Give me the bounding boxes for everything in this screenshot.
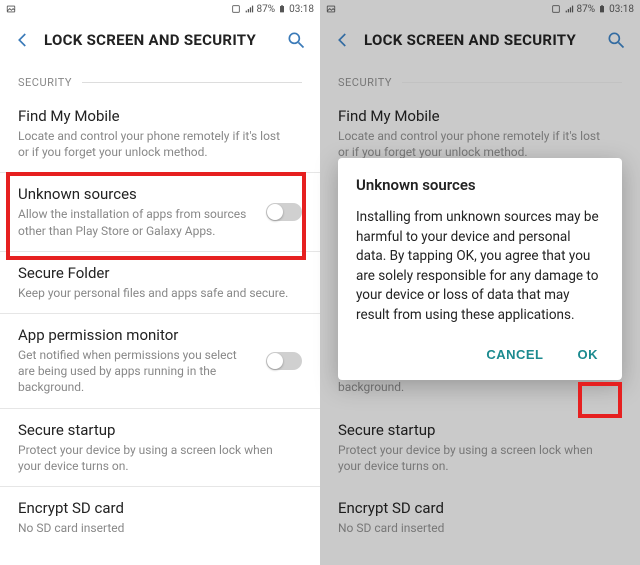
image-icon — [326, 4, 336, 14]
section-header: SECURITY — [0, 62, 320, 95]
phone-screen-right: 87% 03:18 LOCK SCREEN AND SECURITY SECUR… — [320, 0, 640, 565]
dialog-actions: CANCEL OK — [356, 339, 604, 370]
nfc-icon — [231, 4, 241, 14]
status-bar: 87% 03:18 — [320, 0, 640, 18]
dialog-body: Installing from unknown sources may be h… — [356, 208, 604, 325]
row-secure-startup[interactable]: Secure startup Protect your device by us… — [0, 409, 320, 487]
unknown-sources-dialog: Unknown sources Installing from unknown … — [338, 158, 622, 380]
back-icon[interactable] — [14, 31, 32, 49]
search-icon[interactable] — [286, 30, 306, 50]
row-title: Encrypt SD card — [18, 499, 292, 517]
nfc-icon — [551, 4, 561, 14]
row-find-my-mobile[interactable]: Find My Mobile Locate and control your p… — [0, 95, 320, 173]
row-subtitle: Protect your device by using a screen lo… — [18, 442, 292, 474]
row-title: Secure Folder — [18, 264, 292, 282]
row-subtitle: Allow the installation of apps from sour… — [18, 206, 256, 238]
status-bar: 87% 03:18 — [0, 0, 320, 18]
row-title: Unknown sources — [18, 185, 256, 203]
phone-screen-left: 87% 03:18 LOCK SCREEN AND SECURITY SECUR… — [0, 0, 320, 565]
row-title: Find My Mobile — [338, 107, 612, 125]
settings-list: Find My Mobile Locate and control your p… — [0, 95, 320, 548]
section-label-text: SECURITY — [338, 76, 392, 89]
section-label-text: SECURITY — [18, 76, 72, 89]
row-subtitle: No SD card inserted — [338, 520, 612, 536]
row-subtitle: Locate and control your phone remotely i… — [338, 128, 612, 160]
battery-icon — [598, 3, 606, 15]
cancel-button[interactable]: CANCEL — [480, 339, 549, 370]
row-subtitle: Locate and control your phone remotely i… — [18, 128, 292, 160]
clock-time: 03:18 — [609, 4, 634, 15]
row-title: App permission monitor — [18, 326, 256, 344]
row-subtitle: Keep your personal files and apps safe a… — [18, 285, 292, 301]
permission-monitor-toggle[interactable] — [266, 352, 302, 370]
row-app-permission-monitor[interactable]: App permission monitor Get notified when… — [0, 314, 320, 409]
row-title: Find My Mobile — [18, 107, 292, 125]
battery-percent: 87% — [257, 4, 276, 15]
page-title: LOCK SCREEN AND SECURITY — [44, 31, 274, 49]
header-bar: LOCK SCREEN AND SECURITY — [320, 18, 640, 62]
page-title: LOCK SCREEN AND SECURITY — [364, 31, 594, 49]
clock-time: 03:18 — [289, 4, 314, 15]
image-icon — [6, 4, 16, 14]
row-subtitle: Get notified when permissions you select… — [18, 347, 256, 396]
battery-percent: 87% — [577, 4, 596, 15]
row-secure-startup[interactable]: Secure startup Protect your device by us… — [320, 409, 640, 487]
signal-icon — [564, 4, 574, 14]
row-title: Secure startup — [18, 421, 292, 439]
row-secure-folder[interactable]: Secure Folder Keep your personal files a… — [0, 252, 320, 314]
dialog-title: Unknown sources — [356, 176, 604, 194]
battery-icon — [278, 3, 286, 15]
unknown-sources-toggle[interactable] — [266, 203, 302, 221]
row-subtitle: Protect your device by using a screen lo… — [338, 442, 612, 474]
header-bar: LOCK SCREEN AND SECURITY — [0, 18, 320, 62]
row-encrypt-sd[interactable]: Encrypt SD card No SD card inserted — [0, 487, 320, 548]
row-encrypt-sd[interactable]: Encrypt SD card No SD card inserted — [320, 487, 640, 548]
search-icon[interactable] — [606, 30, 626, 50]
row-title: Encrypt SD card — [338, 499, 612, 517]
row-title: Secure startup — [338, 421, 612, 439]
ok-button[interactable]: OK — [572, 339, 605, 370]
row-unknown-sources[interactable]: Unknown sources Allow the installation o… — [0, 173, 320, 251]
signal-icon — [244, 4, 254, 14]
back-icon[interactable] — [334, 31, 352, 49]
row-subtitle: No SD card inserted — [18, 520, 292, 536]
section-header: SECURITY — [320, 62, 640, 95]
